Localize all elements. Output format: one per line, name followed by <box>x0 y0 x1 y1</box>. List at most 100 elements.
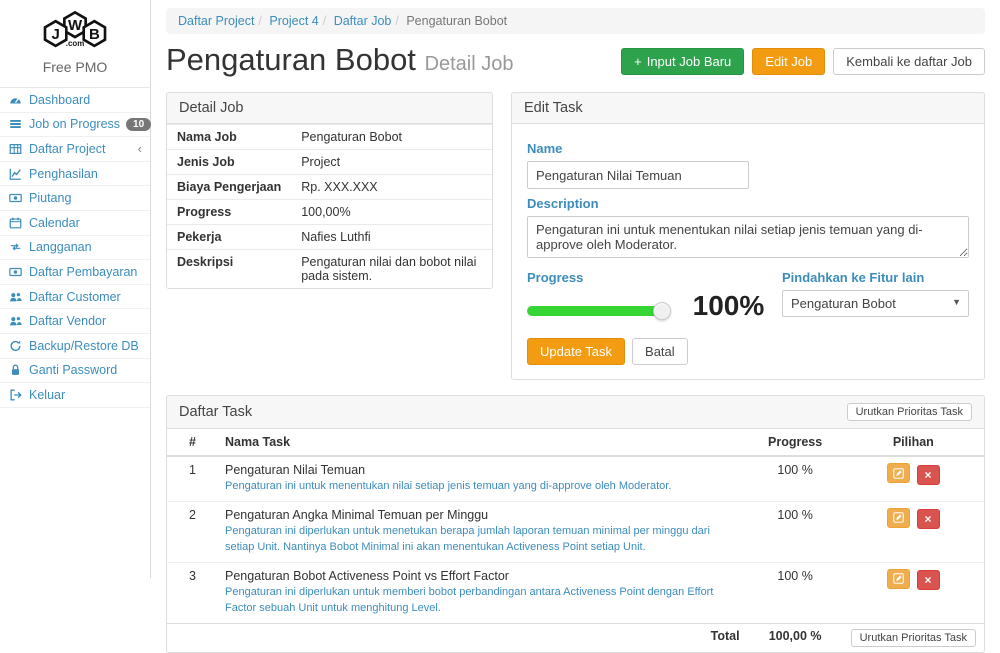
users-icon <box>8 290 23 304</box>
sidebar-item-daftar-pembayaran[interactable]: Daftar Pembayaran <box>0 260 150 285</box>
money-icon <box>8 191 23 205</box>
column-header-nama-task: Nama Task <box>217 429 748 456</box>
page-subtitle: Detail Job <box>425 53 514 75</box>
column-header-progress: Progress <box>748 429 843 456</box>
edit-task-button[interactable] <box>887 508 910 528</box>
brand-name: Free PMO <box>0 59 150 75</box>
sidebar-item-keluar[interactable]: Keluar <box>0 383 150 408</box>
sidebar-item-daftar-vendor[interactable]: Daftar Vendor <box>0 309 150 334</box>
dashboard-icon <box>8 93 23 107</box>
table-row: Nama JobPengaturan Bobot <box>167 125 492 150</box>
detail-label: Nama Job <box>167 125 291 150</box>
sidebar-item-calendar[interactable]: Calendar <box>0 211 150 236</box>
task-table-header-row: # Nama Task Progress Pilihan <box>167 429 984 456</box>
retweet-icon <box>8 240 23 254</box>
x-icon: × <box>925 468 932 482</box>
batal-button[interactable]: Batal <box>632 338 688 365</box>
sidebar-item-backup-restore-db[interactable]: Backup/Restore DB <box>0 334 150 359</box>
detail-value: 100,00% <box>291 200 492 225</box>
urutkan-prioritas-task-button-bottom[interactable]: Urutkan Prioritas Task <box>851 629 976 647</box>
sidebar-item-label: Daftar Customer <box>29 290 121 304</box>
sidebar-item-daftar-customer[interactable]: Daftar Customer <box>0 285 150 310</box>
sidebar-item-daftar-project[interactable]: Daftar Project ‹ <box>0 137 150 162</box>
sign-out-icon <box>8 388 23 402</box>
sidebar-item-label: Penghasilan <box>29 167 98 181</box>
breadcrumb-link-daftar-project[interactable]: Daftar Project <box>178 14 254 28</box>
task-table-footer-row: Total 100,00 % Urutkan Prioritas Task <box>167 623 984 652</box>
task-progress: 100 % <box>748 562 843 623</box>
sidebar-item-label: Piutang <box>29 191 71 205</box>
edit-task-button[interactable] <box>887 569 910 589</box>
update-task-button[interactable]: Update Task <box>527 338 625 365</box>
chevron-left-icon: ‹ <box>138 141 142 156</box>
breadcrumb-link-project-4[interactable]: Project 4 <box>269 14 318 28</box>
task-progress: 100 % <box>748 456 843 501</box>
delete-task-button[interactable]: × <box>917 570 940 590</box>
task-name-input[interactable] <box>527 161 749 189</box>
kembali-ke-daftar-job-button[interactable]: Kembali ke daftar Job <box>833 48 985 75</box>
total-value: 100,00 % <box>748 623 843 652</box>
detail-value: Nafies Luthfi <box>291 225 492 250</box>
progress-slider[interactable] <box>527 306 667 316</box>
detail-label: Biaya Pengerjaan <box>167 175 291 200</box>
progress-label: Progress <box>527 270 782 285</box>
main-content: Daftar Project/ Project 4/ Daftar Job/ P… <box>151 0 1000 578</box>
breadcrumb-link-daftar-job[interactable]: Daftar Job <box>334 14 392 28</box>
users-icon <box>8 314 23 328</box>
input-job-baru-button[interactable]: + Input Job Baru <box>621 48 744 75</box>
urutkan-prioritas-task-button-top[interactable]: Urutkan Prioritas Task <box>847 403 972 421</box>
task-no: 3 <box>167 562 217 623</box>
detail-label: Progress <box>167 200 291 225</box>
edit-job-button[interactable]: Edit Job <box>752 48 825 75</box>
sidebar-item-dashboard[interactable]: Dashboard <box>0 88 150 113</box>
column-header-pilihan: Pilihan <box>843 429 984 456</box>
sidebar-item-label: Calendar <box>29 216 80 230</box>
description-label: Description <box>527 196 969 211</box>
detail-label: Deskripsi <box>167 250 291 289</box>
detail-job-panel: Detail Job Nama JobPengaturan Bobot Jeni… <box>166 92 493 289</box>
task-name: Pengaturan Nilai Temuan <box>225 463 740 477</box>
breadcrumb-separator: / <box>254 14 265 28</box>
table-row: 2 Pengaturan Angka Minimal Temuan per Mi… <box>167 501 984 562</box>
delete-task-button[interactable]: × <box>917 509 940 529</box>
detail-value: Pengaturan Bobot <box>291 125 492 150</box>
move-to-feature-select[interactable]: Pengaturan Bobot <box>782 290 969 317</box>
progress-slider-handle[interactable] <box>653 302 671 320</box>
sidebar-item-piutang[interactable]: Piutang <box>0 186 150 211</box>
table-row: Progress100,00% <box>167 200 492 225</box>
sidebar-item-label: Daftar Project <box>29 142 105 156</box>
edit-task-button[interactable] <box>887 463 910 483</box>
breadcrumb-separator: / <box>319 14 330 28</box>
calendar-icon <box>8 216 23 230</box>
money-icon <box>8 265 23 279</box>
refresh-icon <box>8 339 23 353</box>
sidebar-item-job-on-progress[interactable]: Job on Progress 10 <box>0 113 150 138</box>
sidebar-item-ganti-password[interactable]: Ganti Password <box>0 359 150 384</box>
pencil-square-icon <box>893 468 904 479</box>
task-no: 1 <box>167 456 217 501</box>
move-to-feature-label: Pindahkan ke Fitur lain <box>782 270 969 285</box>
detail-value: Pengaturan nilai dan bobot nilai pada si… <box>291 250 492 289</box>
jwb-logo: W J B .com <box>31 6 119 54</box>
name-label: Name <box>527 141 969 156</box>
sidebar-item-label: Keluar <box>29 388 65 402</box>
detail-job-panel-title: Detail Job <box>167 93 492 124</box>
column-header-no: # <box>167 429 217 456</box>
task-name: Pengaturan Bobot Activeness Point vs Eff… <box>225 569 740 583</box>
page-title-text: Pengaturan Bobot <box>166 42 416 77</box>
breadcrumb: Daftar Project/ Project 4/ Daftar Job/ P… <box>166 8 985 34</box>
delete-task-button[interactable]: × <box>917 465 940 485</box>
table-row: 3 Pengaturan Bobot Activeness Point vs E… <box>167 562 984 623</box>
detail-value: Rp. XXX.XXX <box>291 175 492 200</box>
sidebar-item-langganan[interactable]: Langganan <box>0 236 150 261</box>
sidebar-item-label: Job on Progress <box>29 117 120 131</box>
sidebar-item-penghasilan[interactable]: Penghasilan <box>0 162 150 187</box>
edit-task-panel-title: Edit Task <box>512 93 984 124</box>
task-description-textarea[interactable]: Pengaturan ini untuk menentukan nilai se… <box>527 216 969 258</box>
sidebar-item-label: Daftar Vendor <box>29 314 106 328</box>
detail-job-table: Nama JobPengaturan Bobot Jenis JobProjec… <box>167 124 492 288</box>
detail-value: Project <box>291 150 492 175</box>
sidebar-item-label: Ganti Password <box>29 363 117 377</box>
plus-icon: + <box>634 54 642 69</box>
sidebar-item-label: Daftar Pembayaran <box>29 265 137 279</box>
